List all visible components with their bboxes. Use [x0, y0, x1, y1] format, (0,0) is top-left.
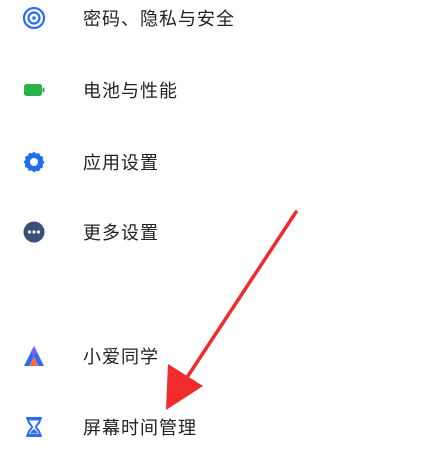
settings-item-app-settings[interactable]: 应用设置 — [0, 136, 423, 188]
settings-item-xiaoai[interactable]: 小爱同学 — [0, 330, 423, 382]
settings-item-label: 密码、隐私与安全 — [83, 9, 235, 30]
settings-list: 密码、隐私与安全 电池与性能 应用设置 更多设置 小爱同学 屏幕时间管理 — [0, 0, 423, 442]
gear-icon — [22, 150, 46, 174]
battery-icon — [22, 78, 46, 102]
settings-item-more-settings[interactable]: 更多设置 — [0, 206, 423, 258]
privacy-shield-icon — [22, 6, 46, 30]
more-dots-icon — [22, 220, 46, 244]
settings-item-privacy-security[interactable]: 密码、隐私与安全 — [0, 0, 423, 44]
settings-item-label: 应用设置 — [83, 153, 159, 174]
xiaoai-assistant-icon — [22, 344, 46, 368]
hourglass-icon — [22, 415, 46, 439]
settings-item-label: 屏幕时间管理 — [83, 418, 197, 439]
settings-item-label: 电池与性能 — [83, 81, 178, 102]
settings-item-label: 小爱同学 — [83, 347, 159, 368]
settings-item-label: 更多设置 — [83, 223, 159, 244]
settings-item-battery-performance[interactable]: 电池与性能 — [0, 64, 423, 116]
settings-item-screen-time[interactable]: 屏幕时间管理 — [0, 401, 423, 453]
